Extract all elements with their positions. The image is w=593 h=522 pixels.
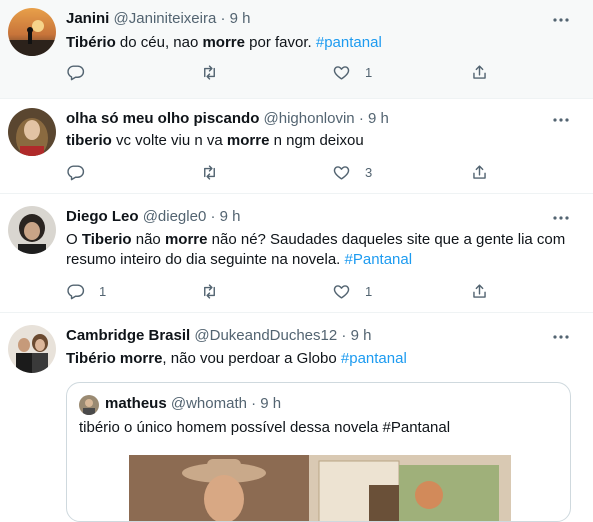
- like-count: 3: [365, 165, 373, 180]
- tweet-header: Diego Leo @diegle0 · 9 h: [66, 208, 241, 225]
- user-handle[interactable]: @highonlovin: [264, 110, 355, 127]
- tweet[interactable]: Diego Leo @diegle0 · 9 h O Tiberio não m…: [0, 194, 593, 313]
- tweet-text: Tibério morre, não vou perdoar a Globo #…: [66, 349, 571, 369]
- quoted-user-handle[interactable]: @whomath: [171, 395, 247, 412]
- text-span: por favor.: [245, 34, 316, 51]
- text-bold: morre: [164, 231, 208, 248]
- text-bold: tiberio: [66, 132, 112, 149]
- avatar[interactable]: [8, 8, 56, 56]
- retweet-icon: [204, 165, 215, 180]
- tweet-header: olha só meu olho piscando @highonlovin ·…: [66, 110, 389, 127]
- display-name[interactable]: Diego Leo: [66, 208, 139, 225]
- heart-icon: [333, 66, 350, 80]
- more-options-icon[interactable]: [551, 110, 571, 130]
- quoted-avatar[interactable]: [79, 395, 99, 415]
- text-bold: Tibério morre: [66, 350, 163, 367]
- more-options-icon[interactable]: [551, 208, 571, 228]
- display-name[interactable]: Janini: [66, 10, 109, 27]
- text-bold: Tibério: [66, 34, 116, 51]
- like-button[interactable]: 1: [332, 63, 372, 82]
- retweet-icon: [204, 65, 215, 80]
- quoted-header: matheus @whomath · 9 h: [105, 395, 281, 412]
- timestamp[interactable]: 9 h: [368, 110, 389, 127]
- avatar[interactable]: [8, 108, 56, 156]
- retweet-button[interactable]: [200, 163, 233, 182]
- retweet-button[interactable]: [200, 282, 233, 301]
- display-name[interactable]: Cambridge Brasil: [66, 327, 190, 344]
- timestamp[interactable]: 9 h: [230, 10, 251, 27]
- reply-icon: [67, 165, 85, 181]
- share-icon: [473, 65, 486, 79]
- separator-dot: ·: [358, 110, 364, 127]
- hashtag-link[interactable]: #Pantanal: [345, 251, 413, 268]
- text-span: não: [131, 231, 165, 248]
- retweet-button[interactable]: [200, 63, 233, 82]
- text-bold: morre: [202, 34, 245, 51]
- tweet-text: tiberio vc volte viu n va morre n ngm de…: [66, 131, 571, 151]
- share-button[interactable]: [470, 163, 489, 182]
- tweet[interactable]: Janini @Janiniteixeira · 9 h Tibério do …: [0, 0, 593, 99]
- separator-dot: ·: [341, 327, 347, 344]
- reply-button[interactable]: [66, 63, 99, 82]
- separator-dot: ·: [251, 395, 257, 412]
- more-options-icon[interactable]: [551, 327, 571, 347]
- retweet-icon: [204, 284, 215, 299]
- share-button[interactable]: [470, 282, 489, 301]
- avatar[interactable]: [8, 206, 56, 254]
- like-count: 1: [365, 284, 373, 299]
- user-handle[interactable]: @diegle0: [143, 208, 207, 225]
- share-icon: [473, 284, 486, 298]
- like-count: 1: [365, 65, 373, 80]
- tweet[interactable]: olha só meu olho piscando @highonlovin ·…: [0, 99, 593, 194]
- text-span: não né? Saudades daqueles site que a gen…: [207, 231, 566, 248]
- reply-icon: [67, 284, 85, 300]
- reply-icon: [67, 65, 85, 81]
- like-button[interactable]: 3: [332, 163, 372, 182]
- tweet-header: Cambridge Brasil @DukeandDuches12 · 9 h: [66, 327, 371, 344]
- hashtag-link[interactable]: #pantanal: [316, 34, 382, 51]
- heart-icon: [333, 285, 350, 299]
- display-name[interactable]: olha só meu olho piscando: [66, 110, 259, 127]
- timestamp[interactable]: 9 h: [220, 208, 241, 225]
- quoted-tweet[interactable]: matheus @whomath · 9 h tibério o único h…: [66, 382, 571, 522]
- text-bold: morre: [226, 132, 270, 149]
- tweet-text: Tibério do céu, nao morre por favor. #pa…: [66, 33, 571, 53]
- avatar[interactable]: [8, 325, 56, 373]
- separator-dot: ·: [210, 208, 216, 225]
- quoted-timestamp[interactable]: 9 h: [260, 395, 281, 412]
- text-span: do céu, nao: [115, 34, 203, 51]
- text-span: n ngm deixou: [269, 132, 364, 149]
- text-span: vc volte viu n va: [111, 132, 227, 149]
- text-span: resumo inteiro do dia seguinte na novela…: [66, 251, 345, 268]
- timestamp[interactable]: 9 h: [351, 327, 372, 344]
- quoted-text: tibério o único homem possível dessa nov…: [79, 419, 451, 436]
- user-handle[interactable]: @DukeandDuches12: [194, 327, 337, 344]
- share-icon: [473, 165, 486, 179]
- quoted-display-name[interactable]: matheus: [105, 395, 167, 412]
- hashtag-link[interactable]: #pantanal: [341, 350, 407, 367]
- quoted-media-image[interactable]: [129, 455, 511, 521]
- user-handle[interactable]: @Janiniteixeira: [114, 10, 217, 27]
- reply-button[interactable]: [66, 163, 99, 182]
- text-bold: Tiberio: [81, 231, 132, 248]
- text-span: O: [66, 231, 82, 248]
- reply-count: 1: [99, 284, 107, 299]
- separator-dot: ·: [220, 10, 226, 27]
- more-options-icon[interactable]: [551, 10, 571, 30]
- share-button[interactable]: [470, 63, 489, 82]
- heart-icon: [333, 166, 350, 180]
- reply-button[interactable]: 1: [66, 282, 106, 301]
- tweet-header: Janini @Janiniteixeira · 9 h: [66, 10, 251, 27]
- tweet-text: O Tiberio não morre não né? Saudades daq…: [66, 230, 571, 270]
- text-span: , não vou perdoar a Globo: [162, 350, 341, 367]
- like-button[interactable]: 1: [332, 282, 372, 301]
